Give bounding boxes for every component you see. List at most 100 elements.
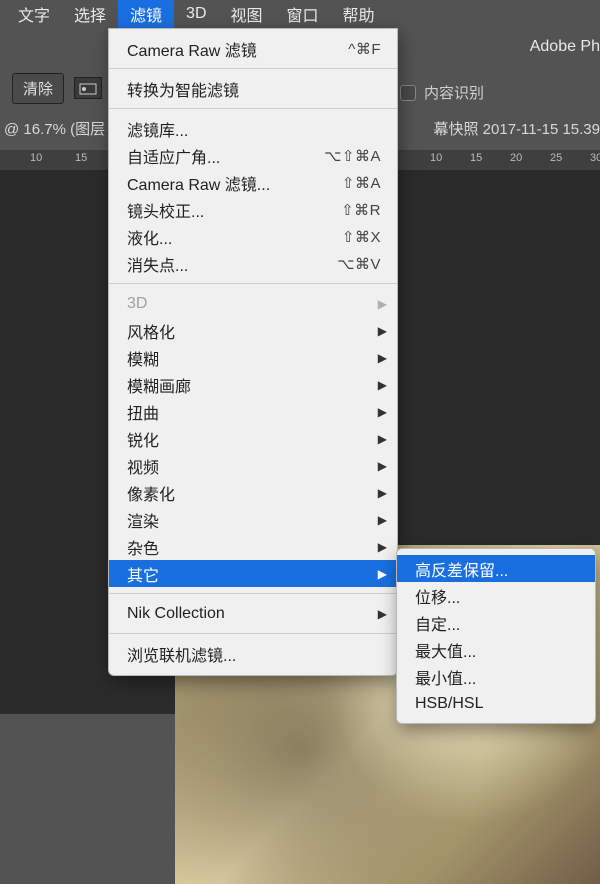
menu-shortcut: ^⌘F xyxy=(348,40,381,58)
menu-item[interactable]: 镜头校正...⇧⌘R xyxy=(109,196,397,223)
menu-separator xyxy=(109,108,397,109)
menu-item[interactable]: 像素化▶ xyxy=(109,479,397,506)
menu-item-label: 消失点... xyxy=(127,252,337,276)
menu-item-label: 锐化 xyxy=(127,427,381,451)
chevron-right-icon: ▶ xyxy=(378,459,387,473)
document-zoom: @ 16.7% (图层 xyxy=(4,118,105,139)
menu-item[interactable]: 液化...⇧⌘X xyxy=(109,223,397,250)
submenu-item-label: 最大值... xyxy=(415,638,577,662)
chevron-right-icon: ▶ xyxy=(378,351,387,365)
document-tab[interactable]: 幕快照 2017-11-15 15.39 xyxy=(434,118,600,139)
options-bar: 清除 xyxy=(0,68,102,108)
checkbox-icon[interactable] xyxy=(400,85,416,101)
submenu-item[interactable]: 自定... xyxy=(397,609,595,636)
filter-menu: Camera Raw 滤镜^⌘F转换为智能滤镜滤镜库...自适应广角...⌥⇧⌘… xyxy=(108,28,398,676)
chevron-right-icon: ▶ xyxy=(378,513,387,527)
content-aware-checkbox[interactable]: 内容识别 xyxy=(400,82,484,103)
menu-shortcut: ⇧⌘A xyxy=(342,174,381,192)
menu-item[interactable]: 锐化▶ xyxy=(109,425,397,452)
menu-item-label: 风格化 xyxy=(127,319,381,343)
app-title: Adobe Ph xyxy=(530,38,600,56)
submenu-item-label: 高反差保留... xyxy=(415,557,577,581)
menu-item[interactable]: Camera Raw 滤镜^⌘F xyxy=(109,35,397,62)
menu-shortcut: ⌥⌘V xyxy=(337,255,381,273)
menu-item[interactable]: 视频▶ xyxy=(109,452,397,479)
content-aware-label: 内容识别 xyxy=(424,82,484,103)
menu-item[interactable]: 消失点...⌥⌘V xyxy=(109,250,397,277)
chevron-right-icon: ▶ xyxy=(378,567,387,581)
menu-item-label: 模糊 xyxy=(127,346,381,370)
menu-shortcut: ⇧⌘R xyxy=(341,201,381,219)
submenu-item[interactable]: 位移... xyxy=(397,582,595,609)
menubar-item-2[interactable]: 滤镜 xyxy=(118,0,174,30)
ruler-mark: 15 xyxy=(75,152,87,164)
chevron-right-icon: ▶ xyxy=(378,432,387,446)
menubar-item-4[interactable]: 视图 xyxy=(219,0,275,30)
menu-item[interactable]: 风格化▶ xyxy=(109,317,397,344)
submenu-item[interactable]: 最大值... xyxy=(397,636,595,663)
menu-item-label: 3D xyxy=(127,295,381,313)
menu-separator xyxy=(109,593,397,594)
menu-item[interactable]: 其它▶ xyxy=(109,560,397,587)
menubar-item-0[interactable]: 文字 xyxy=(6,0,62,30)
menu-item[interactable]: 浏览联机滤镜... xyxy=(109,640,397,667)
menu-separator xyxy=(109,68,397,69)
submenu-item-label: 自定... xyxy=(415,611,577,635)
menu-item-label: Nik Collection xyxy=(127,605,381,623)
menu-item-label: 模糊画廊 xyxy=(127,373,381,397)
menu-item[interactable]: 渲染▶ xyxy=(109,506,397,533)
menu-item[interactable]: 模糊▶ xyxy=(109,344,397,371)
chevron-right-icon: ▶ xyxy=(378,486,387,500)
ruler-mark: 10 xyxy=(430,152,442,164)
clear-button[interactable]: 清除 xyxy=(12,73,64,104)
menu-item[interactable]: 自适应广角...⌥⇧⌘A xyxy=(109,142,397,169)
tool-icon[interactable] xyxy=(74,77,102,99)
menu-item-label: 液化... xyxy=(127,225,342,249)
menu-item[interactable]: 滤镜库... xyxy=(109,115,397,142)
chevron-right-icon: ▶ xyxy=(378,607,387,621)
menubar-item-3[interactable]: 3D xyxy=(174,1,218,27)
menu-item[interactable]: 杂色▶ xyxy=(109,533,397,560)
menu-shortcut: ⌥⇧⌘A xyxy=(324,147,381,165)
menu-item-label: 浏览联机滤镜... xyxy=(127,642,381,666)
submenu-item[interactable]: 最小值... xyxy=(397,663,595,690)
menu-item-label: 杂色 xyxy=(127,535,381,559)
menu-item: 3D▶ xyxy=(109,290,397,317)
menu-item[interactable]: Nik Collection▶ xyxy=(109,600,397,627)
submenu-item[interactable]: HSB/HSL xyxy=(397,690,595,717)
menu-item-label: Camera Raw 滤镜... xyxy=(127,171,342,195)
ruler-mark: 25 xyxy=(550,152,562,164)
chevron-right-icon: ▶ xyxy=(378,324,387,338)
menubar-item-6[interactable]: 帮助 xyxy=(331,0,387,30)
menu-item-label: 镜头校正... xyxy=(127,198,341,222)
other-submenu: 高反差保留... 位移... 自定... 最大值...最小值... HSB/HSL xyxy=(396,548,596,724)
menu-item-label: Camera Raw 滤镜 xyxy=(127,37,348,61)
menu-item-label: 其它 xyxy=(127,562,381,586)
menu-item[interactable]: 模糊画廊▶ xyxy=(109,371,397,398)
chevron-right-icon: ▶ xyxy=(378,540,387,554)
submenu-item-label: HSB/HSL xyxy=(415,695,577,713)
menu-item[interactable]: 转换为智能滤镜 xyxy=(109,75,397,102)
menu-item-label: 视频 xyxy=(127,454,381,478)
submenu-item-label: 位移... xyxy=(415,584,577,608)
menu-item[interactable]: Camera Raw 滤镜...⇧⌘A xyxy=(109,169,397,196)
menubar: 文字选择滤镜3D视图窗口帮助 xyxy=(0,0,600,28)
menu-item-label: 滤镜库... xyxy=(127,117,381,141)
menu-separator xyxy=(109,633,397,634)
menubar-item-5[interactable]: 窗口 xyxy=(275,0,331,30)
menu-shortcut: ⇧⌘X xyxy=(342,228,381,246)
chevron-right-icon: ▶ xyxy=(378,297,387,311)
menu-item-label: 扭曲 xyxy=(127,400,381,424)
menu-separator xyxy=(109,283,397,284)
submenu-item[interactable]: 高反差保留... xyxy=(397,555,595,582)
ruler-mark: 20 xyxy=(510,152,522,164)
menu-item-label: 自适应广角... xyxy=(127,144,324,168)
chevron-right-icon: ▶ xyxy=(378,405,387,419)
ruler-mark: 15 xyxy=(470,152,482,164)
menubar-item-1[interactable]: 选择 xyxy=(62,0,118,30)
ruler-mark: 10 xyxy=(30,152,42,164)
menu-item[interactable]: 扭曲▶ xyxy=(109,398,397,425)
menu-item-label: 像素化 xyxy=(127,481,381,505)
menu-item-label: 渲染 xyxy=(127,508,381,532)
chevron-right-icon: ▶ xyxy=(378,378,387,392)
